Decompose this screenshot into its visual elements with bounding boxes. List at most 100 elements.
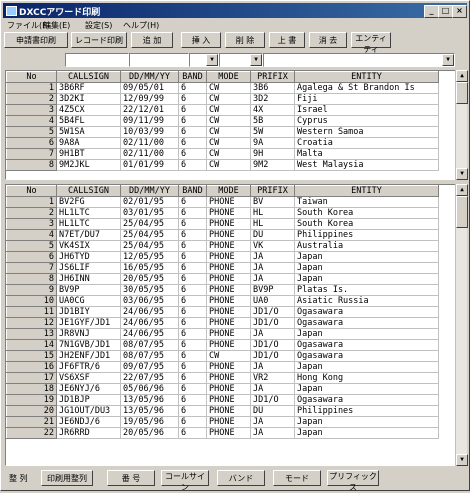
table-row[interactable]: 1 BV2FG 02/01/95 6 PHONE BV Taiwan xyxy=(6,196,439,208)
sort-number-button[interactable]: 番 号 xyxy=(107,470,155,486)
entity-cell[interactable]: Malta xyxy=(294,148,439,160)
callsign-cell[interactable]: UA0CG xyxy=(56,295,121,307)
prefix-cell[interactable]: JA xyxy=(250,383,295,395)
prefix-cell[interactable]: JD1/O xyxy=(250,350,295,362)
row-number[interactable]: 4 xyxy=(6,115,57,127)
row-number[interactable]: 3 xyxy=(6,104,57,116)
band-cell[interactable]: 6 xyxy=(178,361,207,373)
close-icon[interactable]: × xyxy=(452,5,467,18)
date-cell[interactable]: 16/05/95 xyxy=(120,262,179,274)
scroll-down-icon[interactable]: ▼ xyxy=(456,168,468,180)
date-cell[interactable]: 09/05/01 xyxy=(120,82,179,94)
prefix-cell[interactable]: 4X xyxy=(250,104,295,116)
row-number[interactable]: 12 xyxy=(6,317,57,329)
row-number[interactable]: 8 xyxy=(6,159,57,171)
column-header[interactable]: CALLSIGN xyxy=(56,185,121,197)
callsign-cell[interactable]: 9M2JKL xyxy=(56,159,121,171)
entity-cell[interactable]: Japan xyxy=(294,262,439,274)
scroll-thumb[interactable] xyxy=(456,82,468,104)
date-cell[interactable]: 02/01/95 xyxy=(120,196,179,208)
prefix-cell[interactable]: JA xyxy=(250,361,295,373)
mode-cell[interactable]: CW xyxy=(206,148,251,160)
entity-cell[interactable]: Japan xyxy=(294,383,439,395)
column-header[interactable]: DD/MM/YY xyxy=(120,71,179,83)
date-cell[interactable]: 02/11/00 xyxy=(120,137,179,149)
chevron-down-icon[interactable]: ▼ xyxy=(206,54,218,66)
table-row[interactable]: 9 BV9P 30/05/95 6 PHONE BV9P Platas Is. xyxy=(6,284,439,296)
entity-cell[interactable]: Croatia xyxy=(294,137,439,149)
table-row[interactable]: 11 JD1BIY 24/06/95 6 PHONE JD1/O Ogasawara xyxy=(6,306,439,318)
mode-cell[interactable]: PHONE xyxy=(206,240,251,252)
callsign-cell[interactable]: 3D2KI xyxy=(56,93,121,105)
column-header[interactable]: PRIFIX xyxy=(250,185,295,197)
row-number[interactable]: 18 xyxy=(6,383,57,395)
entity-cell[interactable]: Japan xyxy=(294,427,439,439)
band-cell[interactable]: 6 xyxy=(178,427,207,439)
table-row[interactable]: 5 5W1SA 10/03/99 6 CW 5W Western Samoa xyxy=(6,126,439,138)
row-number[interactable]: 7 xyxy=(6,148,57,160)
sort-mode-button[interactable]: モード xyxy=(273,470,321,486)
insert-button[interactable]: 挿 入 xyxy=(181,32,221,48)
prefix-cell[interactable]: JA xyxy=(250,262,295,274)
column-header[interactable]: DD/MM/YY xyxy=(120,185,179,197)
band-cell[interactable]: 6 xyxy=(178,405,207,417)
column-header[interactable]: MODE xyxy=(206,185,251,197)
entity-cell[interactable]: Asiatic Russia xyxy=(294,295,439,307)
entity-cell[interactable]: Israel xyxy=(294,104,439,116)
callsign-cell[interactable]: JD1BJP xyxy=(56,394,121,406)
row-number[interactable]: 5 xyxy=(6,126,57,138)
band-cell[interactable]: 6 xyxy=(178,295,207,307)
entity-cell[interactable]: Fiji xyxy=(294,93,439,105)
mode-cell[interactable]: CW xyxy=(206,82,251,94)
entity-cell[interactable]: Cyprus xyxy=(294,115,439,127)
prefix-cell[interactable]: VR2 xyxy=(250,372,295,384)
table-row[interactable]: 20 JG1OUT/DU3 13/05/96 6 PHONE DU Philippines xyxy=(6,405,439,417)
prefix-cell[interactable]: 3D2 xyxy=(250,93,295,105)
prefix-cell[interactable]: 9M2 xyxy=(250,159,295,171)
table-row[interactable]: 8 9M2JKL 01/01/99 6 CW 9M2 West Malaysia xyxy=(6,159,439,171)
column-header[interactable]: MODE xyxy=(206,71,251,83)
scroll-thumb[interactable] xyxy=(456,196,468,228)
callsign-cell[interactable]: JR8VNJ xyxy=(56,328,121,340)
date-cell[interactable]: 24/06/95 xyxy=(120,306,179,318)
prefix-cell[interactable]: JD1/O xyxy=(250,306,295,318)
callsign-cell[interactable]: BV9P xyxy=(56,284,121,296)
row-number[interactable]: 14 xyxy=(6,339,57,351)
band-cell[interactable]: 6 xyxy=(178,148,207,160)
table-row[interactable]: 5 VK4SIX 25/04/95 6 PHONE VK Australia xyxy=(6,240,439,252)
mode-cell[interactable]: CW xyxy=(206,115,251,127)
date-cell[interactable]: 09/07/95 xyxy=(120,361,179,373)
date-cell[interactable]: 22/07/95 xyxy=(120,372,179,384)
table-row[interactable]: 13 JR8VNJ 24/06/95 6 PHONE JA Japan xyxy=(6,328,439,340)
table-row[interactable]: 21 JE6NDJ/6 19/05/96 6 PHONE JA Japan xyxy=(6,416,439,428)
band-cell[interactable]: 6 xyxy=(178,126,207,138)
row-number[interactable]: 15 xyxy=(6,350,57,362)
callsign-cell[interactable]: JF6FTR/6 xyxy=(56,361,121,373)
callsign-cell[interactable]: JG1OUT/DU3 xyxy=(56,405,121,417)
prefix-cell[interactable]: JA xyxy=(250,427,295,439)
prefix-cell[interactable]: DU xyxy=(250,405,295,417)
mode-cell[interactable]: CW xyxy=(206,137,251,149)
mode-cell[interactable]: CW xyxy=(206,159,251,171)
entity-cell[interactable]: Philippines xyxy=(294,229,439,241)
entity-cell[interactable]: Hong Kong xyxy=(294,372,439,384)
mode-cell[interactable]: PHONE xyxy=(206,262,251,274)
table-row[interactable]: 8 JH6INN 20/05/95 6 PHONE JA Japan xyxy=(6,273,439,285)
band-cell[interactable]: 6 xyxy=(178,328,207,340)
callsign-cell[interactable]: 3B6RF xyxy=(56,82,121,94)
band-cell[interactable]: 6 xyxy=(178,104,207,116)
band-cell[interactable]: 6 xyxy=(178,196,207,208)
mode-cell[interactable]: PHONE xyxy=(206,394,251,406)
entity-cell[interactable]: Japan xyxy=(294,328,439,340)
table-row[interactable]: 2 3D2KI 12/09/99 6 CW 3D2 Fiji xyxy=(6,93,439,105)
table-row[interactable]: 19 JD1BJP 13/05/96 6 PHONE JD1/O Ogasawara xyxy=(6,394,439,406)
date-cell[interactable]: 13/05/96 xyxy=(120,405,179,417)
prefix-cell[interactable]: JA xyxy=(250,416,295,428)
band-cell[interactable]: 6 xyxy=(178,284,207,296)
entity-cell[interactable]: Japan xyxy=(294,416,439,428)
entity-cell[interactable]: Platas Is. xyxy=(294,284,439,296)
sort-print-button[interactable]: 印刷用整列 xyxy=(41,470,93,486)
table-row[interactable]: 6 9A8A 02/11/00 6 CW 9A Croatia xyxy=(6,137,439,149)
table-row[interactable]: 3 4Z5CX 22/12/01 6 CW 4X Israel xyxy=(6,104,439,116)
date-cell[interactable]: 10/03/99 xyxy=(120,126,179,138)
